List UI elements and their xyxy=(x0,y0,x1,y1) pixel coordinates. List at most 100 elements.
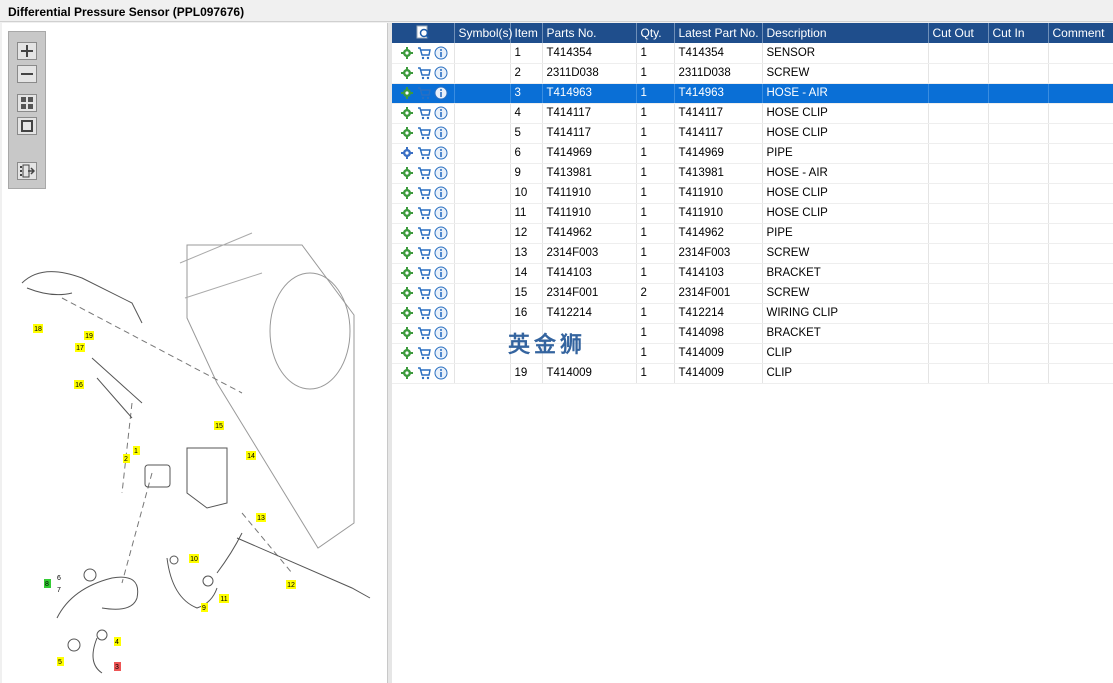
info-icon[interactable] xyxy=(434,46,448,60)
table-row[interactable]: 1 T414009 CLIP xyxy=(392,343,1113,364)
cart-icon[interactable] xyxy=(417,166,431,180)
info-icon[interactable] xyxy=(434,326,448,340)
info-icon[interactable] xyxy=(434,166,448,180)
fit-all-icon[interactable] xyxy=(17,94,37,112)
info-icon[interactable] xyxy=(434,86,448,100)
zoom-out-icon[interactable] xyxy=(17,65,37,83)
cart-icon[interactable] xyxy=(417,226,431,240)
cart-icon[interactable] xyxy=(417,126,431,140)
cell-description: PIPE xyxy=(762,223,929,244)
cart-icon[interactable] xyxy=(417,266,431,280)
info-icon[interactable] xyxy=(434,146,448,160)
gear-icon[interactable] xyxy=(400,246,414,260)
cell-cut-out xyxy=(928,183,989,204)
table-row[interactable]: 2 2311D038 1 2311D038 SCREW xyxy=(392,63,1113,84)
cart-icon[interactable] xyxy=(417,286,431,300)
gear-icon[interactable] xyxy=(400,306,414,320)
export-icon[interactable] xyxy=(17,162,37,180)
table-row[interactable]: 15 2314F001 2 2314F001 SCREW xyxy=(392,283,1113,304)
info-icon[interactable] xyxy=(434,206,448,220)
gear-icon[interactable] xyxy=(400,66,414,80)
info-icon[interactable] xyxy=(434,126,448,140)
cart-icon[interactable] xyxy=(417,346,431,360)
table-row[interactable]: 11 T411910 1 T411910 HOSE CLIP xyxy=(392,203,1113,224)
cell-qty: 1 xyxy=(636,83,675,104)
column-header-cut-out[interactable]: Cut Out xyxy=(928,23,989,43)
info-icon[interactable] xyxy=(434,186,448,200)
column-header-qty[interactable]: Qty. xyxy=(636,23,675,43)
cell-qty: 1 xyxy=(636,343,675,364)
cart-icon[interactable] xyxy=(417,206,431,220)
cell-cut-in xyxy=(988,103,1049,124)
info-icon[interactable] xyxy=(434,246,448,260)
gear-icon[interactable] xyxy=(400,266,414,280)
cell-comment xyxy=(1048,343,1113,364)
table-row[interactable]: 14 T414103 1 T414103 BRACKET xyxy=(392,263,1113,284)
column-header-latest-part-no[interactable]: Latest Part No. xyxy=(674,23,763,43)
gear-icon[interactable] xyxy=(400,286,414,300)
gear-icon[interactable] xyxy=(400,46,414,60)
cart-icon[interactable] xyxy=(417,326,431,340)
info-icon[interactable] xyxy=(434,346,448,360)
cart-icon[interactable] xyxy=(417,146,431,160)
column-header-preview[interactable] xyxy=(392,23,455,43)
table-row[interactable]: 1 T414098 BRACKET xyxy=(392,323,1113,344)
gear-icon[interactable] xyxy=(400,186,414,200)
table-row[interactable]: 6 T414969 1 T414969 PIPE xyxy=(392,143,1113,164)
cart-icon[interactable] xyxy=(417,366,431,380)
cell-item: 2 xyxy=(510,63,543,84)
cart-icon[interactable] xyxy=(417,246,431,260)
cart-icon[interactable] xyxy=(417,86,431,100)
table-row[interactable]: 12 T414962 1 T414962 PIPE xyxy=(392,223,1113,244)
actual-size-icon[interactable] xyxy=(17,117,37,135)
gear-icon[interactable] xyxy=(400,126,414,140)
zoom-in-icon[interactable] xyxy=(17,42,37,60)
gear-icon[interactable] xyxy=(400,366,414,380)
table-row[interactable]: 16 T412214 1 T412214 WIRING CLIP xyxy=(392,303,1113,324)
gear-icon[interactable] xyxy=(400,106,414,120)
info-icon[interactable] xyxy=(434,226,448,240)
cell-cut-out xyxy=(928,303,989,324)
column-header-cut-in[interactable]: Cut In xyxy=(988,23,1049,43)
cell-description: PIPE xyxy=(762,143,929,164)
info-icon[interactable] xyxy=(434,286,448,300)
cart-icon[interactable] xyxy=(417,186,431,200)
column-header-description[interactable]: Description xyxy=(762,23,929,43)
cell-comment xyxy=(1048,103,1113,124)
info-icon[interactable] xyxy=(434,306,448,320)
gear-icon[interactable] xyxy=(400,326,414,340)
table-row[interactable]: 5 T414117 1 T414117 HOSE CLIP xyxy=(392,123,1113,144)
column-header-comment[interactable]: Comment xyxy=(1048,23,1113,43)
cell-qty: 2 xyxy=(636,283,675,304)
table-row[interactable]: 13 2314F003 1 2314F003 SCREW xyxy=(392,243,1113,264)
gear-icon[interactable] xyxy=(400,166,414,180)
gear-icon[interactable] xyxy=(400,146,414,160)
gear-icon[interactable] xyxy=(400,86,414,100)
info-icon[interactable] xyxy=(434,366,448,380)
cart-icon[interactable] xyxy=(417,306,431,320)
cart-icon[interactable] xyxy=(417,46,431,60)
exploded-parts-diagram[interactable]: 18 19 17 16 15 14 1 2 13 10 12 8 6 7 9 1… xyxy=(2,203,388,683)
info-icon[interactable] xyxy=(434,266,448,280)
gear-icon[interactable] xyxy=(400,226,414,240)
cart-icon[interactable] xyxy=(417,106,431,120)
column-header-item[interactable]: Item xyxy=(510,23,543,43)
info-icon[interactable] xyxy=(434,106,448,120)
column-header-symbols[interactable]: Symbol(s) xyxy=(454,23,513,43)
table-row[interactable]: 10 T411910 1 T411910 HOSE CLIP xyxy=(392,183,1113,204)
cart-icon[interactable] xyxy=(417,66,431,80)
cell-symbols xyxy=(454,303,511,324)
table-row[interactable]: 1 T414354 1 T414354 SENSOR xyxy=(392,43,1113,64)
table-row[interactable]: 9 T413981 1 T413981 HOSE - AIR xyxy=(392,163,1113,184)
table-row[interactable]: 3 T414963 1 T414963 HOSE - AIR xyxy=(392,83,1113,104)
table-row[interactable]: 19 T414009 1 T414009 CLIP xyxy=(392,363,1113,384)
gear-icon[interactable] xyxy=(400,346,414,360)
svg-text:17: 17 xyxy=(76,345,84,352)
gear-icon[interactable] xyxy=(400,206,414,220)
cell-latest-part-no: T414098 xyxy=(674,323,763,344)
info-icon[interactable] xyxy=(434,66,448,80)
cell-qty: 1 xyxy=(636,123,675,144)
svg-text:11: 11 xyxy=(220,596,227,603)
table-row[interactable]: 4 T414117 1 T414117 HOSE CLIP xyxy=(392,103,1113,124)
column-header-parts-no[interactable]: Parts No. xyxy=(542,23,637,43)
